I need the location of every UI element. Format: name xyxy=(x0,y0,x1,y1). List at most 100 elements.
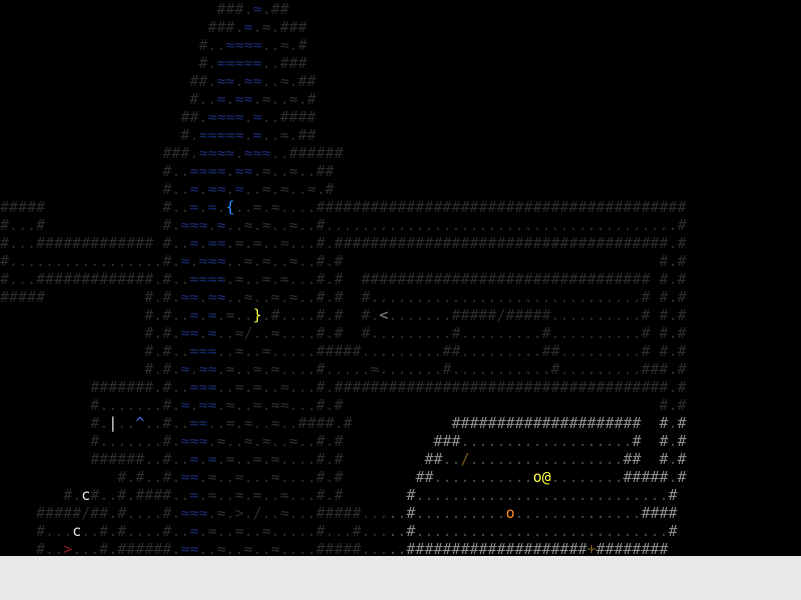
map-glyph-run: ..≈.≈..≈.. xyxy=(225,252,317,270)
map-glyph-run: . xyxy=(668,432,678,450)
map-glyph-run: ############# xyxy=(36,234,154,252)
map-glyph-run xyxy=(668,540,749,556)
map-glyph-run: . xyxy=(171,252,181,270)
map-glyph-run: #####/##### xyxy=(451,306,551,324)
map-glyph-run: ..≈..≈..≈.... xyxy=(198,540,317,556)
map-glyph-run: ##################################### xyxy=(334,378,669,396)
map-glyph-run xyxy=(316,90,749,108)
map-glyph-run: # xyxy=(36,540,46,556)
map-glyph-run: .. xyxy=(171,270,190,288)
map-glyph-run: . xyxy=(189,396,199,414)
map-glyph-run: / xyxy=(460,450,470,468)
map-glyph-run: # xyxy=(63,486,73,504)
map-glyph-run: . xyxy=(325,396,335,414)
map-glyph-run: # xyxy=(334,432,344,450)
map-glyph-run: ..≈.≈.... xyxy=(234,198,317,216)
map-glyph-run: ... xyxy=(9,234,37,252)
map-glyph-run: ## xyxy=(415,468,434,486)
map-glyph-run: # xyxy=(36,216,46,234)
map-glyph-run: # xyxy=(0,234,10,252)
map-glyph-run: .. xyxy=(144,450,163,468)
map-glyph-run: .. xyxy=(144,414,163,432)
map-glyph-run: ................. xyxy=(469,450,624,468)
map-row: #.|..^..#..≈≈..≈.≈..≈..####.# ##########… xyxy=(0,414,801,432)
map-glyph-run: # xyxy=(162,432,172,450)
map-glyph-run: ≈ xyxy=(207,198,217,216)
map-glyph-run: # xyxy=(677,378,687,396)
map-glyph-run: ≈ xyxy=(189,180,199,198)
map-glyph-run: . xyxy=(325,270,335,288)
map-row: #...############# #..≈.≈≈.≈.≈..≈...#.###… xyxy=(0,234,801,252)
map-glyph-run: # xyxy=(334,252,344,270)
map-glyph-run xyxy=(307,18,750,36)
map-glyph-run: # xyxy=(162,324,172,342)
map-glyph-run xyxy=(0,540,36,556)
map-glyph-run: .≈. xyxy=(252,18,280,36)
map-glyph-run xyxy=(316,72,749,90)
map-glyph-run xyxy=(0,54,199,72)
map-glyph-run: # xyxy=(334,270,344,288)
map-glyph-run: # xyxy=(677,270,687,288)
map-glyph-run: ## xyxy=(298,72,317,90)
map-glyph-run: ≈≈ xyxy=(207,234,226,252)
map-glyph-run: # xyxy=(352,522,362,540)
map-glyph-run: .. xyxy=(270,144,289,162)
map-glyph-run: .. xyxy=(117,414,136,432)
map-glyph-run: ≈≈ xyxy=(198,360,217,378)
map-glyph-run: ############# xyxy=(36,270,154,288)
map-glyph-run: . xyxy=(668,378,678,396)
map-glyph-run: . xyxy=(243,126,253,144)
map-glyph-run: # xyxy=(659,324,669,342)
map-glyph-run xyxy=(0,396,90,414)
map-glyph-run: ... xyxy=(361,540,389,556)
map-glyph-run: . xyxy=(153,360,163,378)
map-glyph-run: ≈ xyxy=(189,486,199,504)
map-glyph-run: # xyxy=(316,396,326,414)
map-glyph-run: c xyxy=(81,486,91,504)
map-glyph-run: ... xyxy=(45,522,73,540)
map-glyph-run: / xyxy=(243,324,253,342)
map-glyph-run xyxy=(686,216,749,234)
map-glyph-run: . xyxy=(234,72,244,90)
map-glyph-run: ........... xyxy=(451,360,551,378)
map-glyph-run: # xyxy=(144,288,154,306)
map-glyph-run xyxy=(343,486,406,504)
map-glyph-run: # xyxy=(334,450,344,468)
map-glyph-run: # xyxy=(334,324,344,342)
map-glyph-run: ##### xyxy=(316,342,362,360)
dungeon-map[interactable]: ###.≈.## ###.≈.≈.### #..≈≈≈≈..≈.# #.≈≈≈≈… xyxy=(0,0,801,556)
map-glyph-run: . xyxy=(153,342,163,360)
map-glyph-run: ... xyxy=(72,540,100,556)
map-glyph-run: . xyxy=(325,234,335,252)
map-glyph-run: . xyxy=(668,450,678,468)
map-glyph-run: # xyxy=(0,270,10,288)
map-glyph-run: ≈ xyxy=(252,126,262,144)
map-glyph-run: . xyxy=(234,144,244,162)
map-glyph-run: .. xyxy=(171,342,190,360)
map-glyph-run: ##### xyxy=(316,504,362,522)
map-glyph-run: . xyxy=(243,108,253,126)
map-glyph-run: . xyxy=(171,396,181,414)
map-glyph-run: # xyxy=(659,450,669,468)
map-glyph-run xyxy=(0,342,145,360)
map-glyph-run: . xyxy=(171,216,181,234)
map-glyph-run: ##### xyxy=(0,198,46,216)
map-row: #####/##.#....#.≈≈≈.≈.>./..≈...#####....… xyxy=(0,504,801,522)
map-glyph-run xyxy=(0,36,199,54)
map-glyph-run: . xyxy=(198,234,208,252)
map-glyph-run xyxy=(0,432,90,450)
map-glyph-run: ≈ xyxy=(216,216,226,234)
map-glyph-run: ### xyxy=(279,18,308,36)
map-glyph-run: # xyxy=(162,396,172,414)
map-glyph-run: ≈≈ xyxy=(216,72,235,90)
map-glyph-run: # xyxy=(316,450,326,468)
map-glyph-run: ≈≈≈ xyxy=(243,144,271,162)
map-glyph-run: ### xyxy=(433,432,461,450)
map-glyph-run xyxy=(334,162,749,180)
map-glyph-run: .. xyxy=(261,54,280,72)
map-glyph-run xyxy=(0,414,90,432)
map-glyph-run: ## xyxy=(541,342,560,360)
map-glyph-run: . xyxy=(198,288,208,306)
map-glyph-run: . xyxy=(171,360,181,378)
map-glyph-run: # xyxy=(541,324,551,342)
